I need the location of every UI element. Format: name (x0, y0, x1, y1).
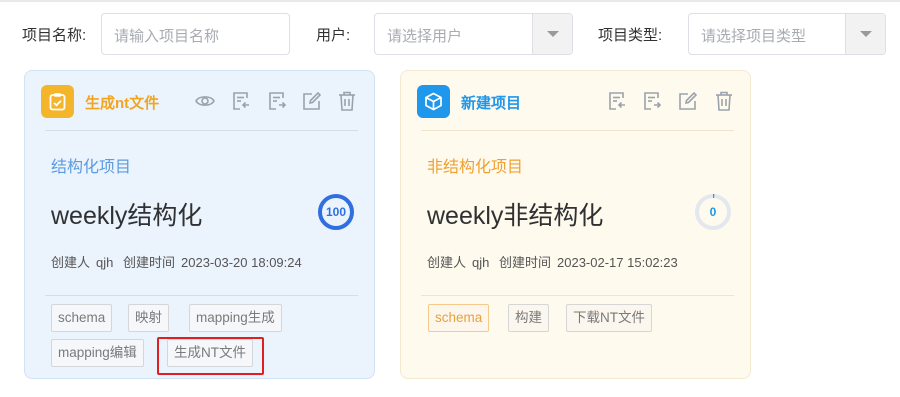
created-time-value: 2023-03-20 18:09:24 (181, 255, 302, 270)
chevron-down-icon[interactable] (845, 14, 885, 54)
user-select[interactable]: 请选择用户 (374, 13, 573, 55)
edit-icon[interactable] (677, 90, 699, 112)
edit-icon[interactable] (301, 90, 323, 112)
delete-icon[interactable] (713, 90, 735, 112)
created-time-label: 创建时间 (499, 255, 552, 270)
export-icon[interactable] (266, 90, 288, 112)
clipboard-check-icon (41, 85, 74, 118)
project-type-label: 项目类型: (598, 27, 663, 44)
project-card[interactable]: 新建项目 非结构化项目 weekly非结构化 0 创建人 qjh 创建时间 2023… (400, 70, 751, 379)
created-time-label: 创建时间 (123, 255, 176, 270)
project-card[interactable]: 生成nt文件 结构化项目 weekly结构化 100 创建人 qjh 创建时间 20… (24, 70, 375, 379)
card-divider (421, 295, 734, 296)
created-time-value: 2023-02-17 15:02:23 (557, 255, 678, 270)
top-divider (0, 0, 900, 2)
card-title[interactable]: 生成nt文件 (85, 92, 159, 113)
tag-mapping-generate[interactable]: mapping生成 (189, 304, 282, 332)
cube-icon (417, 85, 450, 118)
delete-icon[interactable] (336, 90, 358, 112)
tag-build[interactable]: 构建 (508, 304, 549, 332)
tag-generate-nt-file[interactable]: 生成NT文件 (167, 339, 253, 367)
project-type: 非结构化项目 (427, 159, 524, 176)
project-type-select[interactable]: 请选择项目类型 (688, 13, 886, 55)
card-divider (421, 130, 734, 131)
user-select-placeholder: 请选择用户 (387, 28, 463, 45)
progress-ring: 0 (694, 193, 732, 231)
meta-info: 创建人 qjh 创建时间 2023-02-17 15:02:23 (427, 252, 684, 271)
tag-schema[interactable]: schema (51, 304, 113, 332)
creator-value: qjh (96, 255, 114, 270)
view-icon[interactable] (194, 90, 216, 112)
project-name-placeholder: 请输入项目名称 (114, 28, 220, 45)
project-name[interactable]: weekly结构化 (51, 196, 202, 232)
progress-value: 100 (325, 205, 347, 219)
chevron-down-icon[interactable] (532, 14, 572, 54)
tag-schema[interactable]: schema (428, 304, 490, 332)
import-icon[interactable] (230, 90, 252, 112)
creator-label: 创建人 (427, 255, 467, 270)
export-icon[interactable] (641, 90, 663, 112)
user-label: 用户: (316, 27, 351, 44)
creator-label: 创建人 (51, 255, 91, 270)
tag-mapping-edit[interactable]: mapping编辑 (51, 339, 144, 367)
project-type-placeholder: 请选择项目类型 (701, 28, 807, 45)
card-divider (45, 130, 358, 131)
tag-mapping[interactable]: 映射 (128, 304, 169, 332)
import-icon[interactable] (606, 90, 628, 112)
meta-info: 创建人 qjh 创建时间 2023-03-20 18:09:24 (51, 252, 308, 271)
progress-value: 0 (709, 205, 717, 219)
card-divider (45, 295, 358, 296)
progress-ring: 100 (317, 193, 355, 231)
tag-download-nt-file[interactable]: 下载NT文件 (566, 304, 652, 332)
project-name-input[interactable]: 请输入项目名称 (101, 13, 290, 55)
project-type: 结构化项目 (51, 159, 132, 176)
project-name[interactable]: weekly非结构化 (427, 196, 603, 232)
creator-value: qjh (472, 255, 490, 270)
project-name-label: 项目名称: (22, 27, 87, 44)
card-title[interactable]: 新建项目 (461, 92, 521, 113)
